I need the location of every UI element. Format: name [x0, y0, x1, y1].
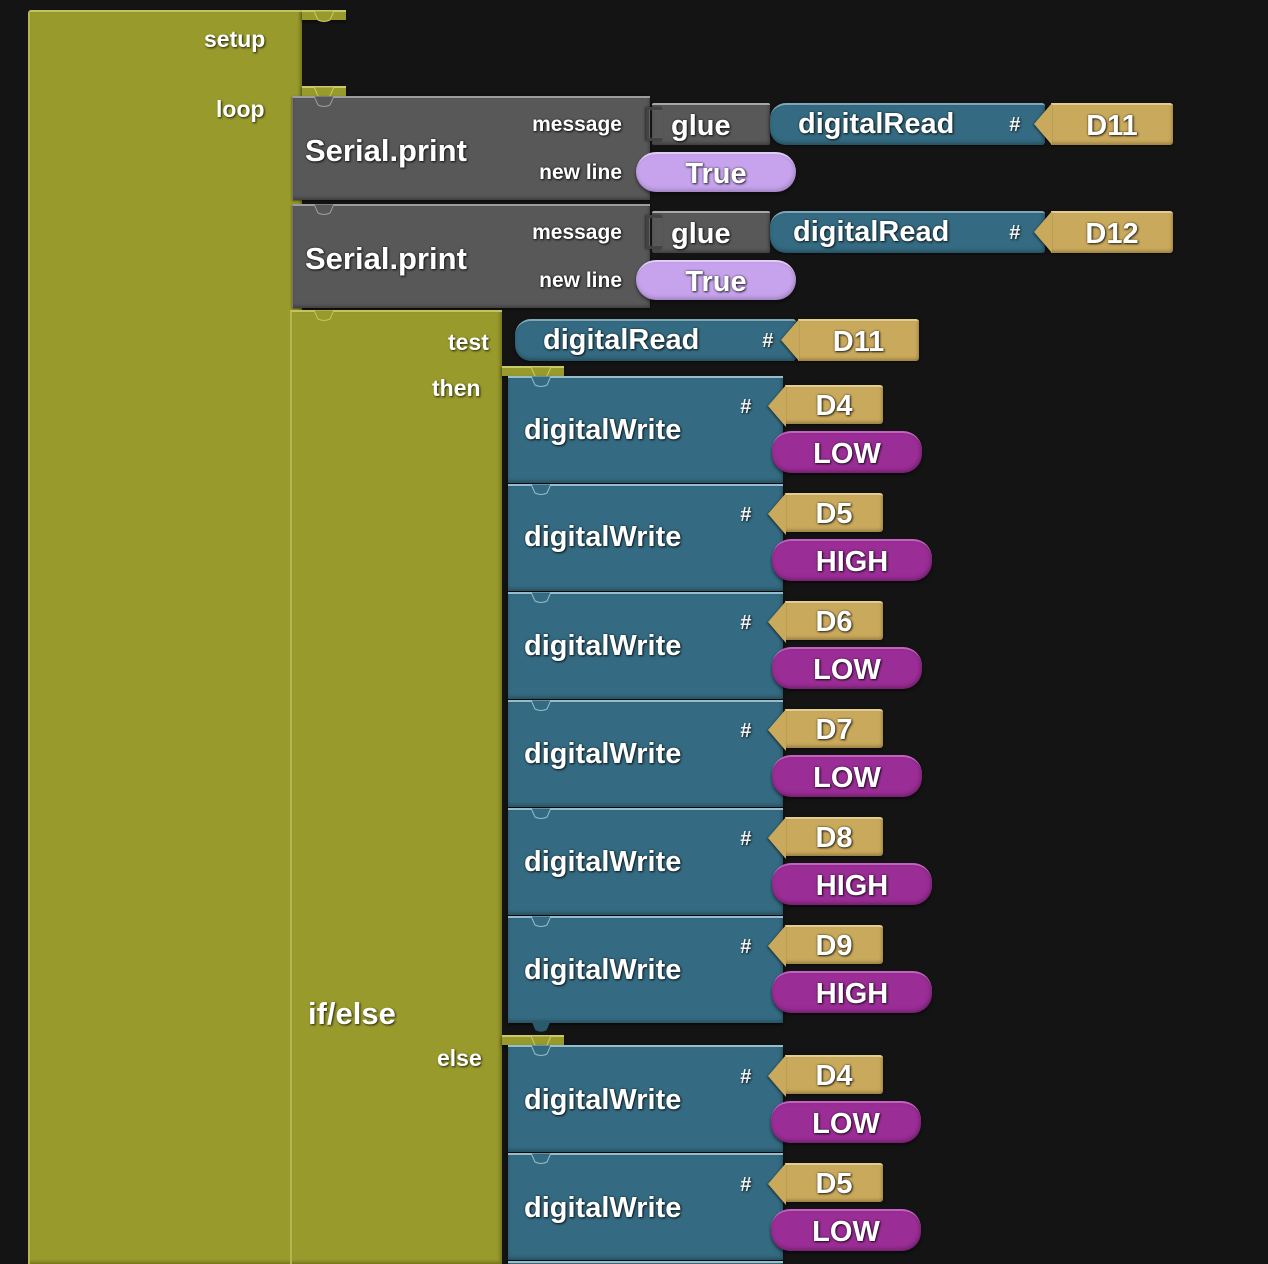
digital-write-e2-pin-label: #: [740, 1174, 752, 1196]
if-else-else-label: else: [437, 1045, 482, 1071]
pin-plug-t1[interactable]: D4: [785, 385, 883, 424]
pin-plug-t5-value: D8: [815, 822, 853, 854]
digital-write-t3-pin-label: #: [740, 612, 752, 634]
digital-read-2-pin-label: #: [1009, 222, 1021, 244]
else-arm: [502, 1035, 564, 1045]
level-plug-t5-value: HIGH: [815, 870, 889, 902]
digital-write-e1-pin-label: #: [740, 1066, 752, 1088]
pin-plug-e1-value: D4: [815, 1060, 853, 1092]
digital-write-t6-pin-label: #: [740, 936, 752, 958]
digital-write-t6-bottom-tab-icon: [531, 1022, 551, 1032]
pin-plug-1-value: D11: [1086, 110, 1138, 142]
boolean-true-1-value: True: [685, 158, 747, 190]
digital-write-t4-name: digitalWrite: [524, 738, 682, 770]
pin-plug-t5[interactable]: D8: [785, 817, 883, 856]
if-else-then-label: then: [432, 375, 481, 401]
digital-write-t3-name: digitalWrite: [524, 630, 682, 662]
digital-write-e2-name: digitalWrite: [524, 1192, 682, 1224]
loop-arm: [302, 86, 346, 96]
digital-write-t4-pin-label: #: [740, 720, 752, 742]
if-else-label: if/else: [308, 996, 396, 1031]
level-plug-t2-value: HIGH: [815, 546, 889, 578]
glue-1-socket-icon: [646, 107, 662, 141]
if-else-block[interactable]: [290, 310, 502, 1264]
digital-write-t1-name: digitalWrite: [524, 414, 682, 446]
pin-plug-1[interactable]: D11: [1051, 103, 1173, 145]
digital-write-t6-name: digitalWrite: [524, 954, 682, 986]
level-plug-t1-value: LOW: [813, 438, 881, 470]
pin-plug-3-value: D11: [832, 326, 885, 358]
digital-write-t5-pin-label: #: [740, 828, 752, 850]
pin-plug-e2[interactable]: D5: [785, 1163, 883, 1202]
pin-plug-e2-value: D5: [815, 1168, 853, 1200]
digital-read-3-name: digitalRead: [543, 324, 700, 356]
pin-plug-t3[interactable]: D6: [785, 601, 883, 640]
pin-plug-t2-value: D5: [815, 498, 853, 530]
digital-write-t5-name: digitalWrite: [524, 846, 682, 878]
level-plug-t4[interactable]: LOW: [772, 755, 922, 797]
boolean-true-2-value: True: [685, 266, 747, 298]
level-plug-t1[interactable]: LOW: [772, 431, 922, 473]
glue-2-name: glue: [671, 218, 731, 250]
pin-plug-t4-value: D7: [815, 714, 853, 746]
level-plug-e2-value: LOW: [812, 1216, 880, 1248]
pin-plug-e1[interactable]: D4: [785, 1055, 883, 1094]
pin-plug-t3-value: D6: [815, 606, 853, 638]
digital-read-1-pin-label: #: [1009, 114, 1021, 136]
level-plug-e1[interactable]: LOW: [771, 1101, 921, 1143]
level-plug-t3[interactable]: LOW: [772, 647, 922, 689]
pin-plug-t6[interactable]: D9: [785, 925, 883, 964]
sketch-scaffold-block[interactable]: [28, 10, 302, 1264]
serial-print-2-newline-label: new line: [539, 269, 622, 292]
pin-plug-t2[interactable]: D5: [785, 493, 883, 532]
digital-write-t2-name: digitalWrite: [524, 521, 682, 553]
glue-2-socket-icon: [646, 215, 662, 249]
level-plug-e1-value: LOW: [812, 1108, 880, 1140]
pin-plug-3[interactable]: D11: [798, 319, 919, 361]
digital-read-3-pin-label: #: [762, 330, 774, 352]
boolean-true-plug-2[interactable]: True: [636, 260, 796, 300]
pin-plug-t4[interactable]: D7: [785, 709, 883, 748]
then-arm: [502, 366, 564, 376]
if-else-test-label: test: [448, 329, 489, 355]
level-plug-e2[interactable]: LOW: [771, 1209, 921, 1251]
serial-print-2-message-label: message: [532, 221, 622, 244]
digital-write-t2-pin-label: #: [740, 504, 752, 526]
serial-print-1-message-label: message: [532, 113, 622, 136]
digital-read-2-name: digitalRead: [793, 216, 950, 248]
serial-print-1-newline-label: new line: [539, 161, 622, 184]
setup-label: setup: [204, 26, 266, 52]
digital-write-t1-pin-label: #: [740, 396, 752, 418]
pin-plug-2[interactable]: D12: [1051, 211, 1173, 253]
boolean-true-plug-1[interactable]: True: [636, 152, 796, 192]
digital-write-e1-name: digitalWrite: [524, 1084, 682, 1116]
pin-plug-t1-value: D4: [815, 390, 853, 422]
block-workspace[interactable]: setup loop Serial.print message new line…: [0, 0, 1268, 1264]
loop-label: loop: [216, 96, 265, 122]
level-plug-t3-value: LOW: [813, 654, 881, 686]
level-plug-t6[interactable]: HIGH: [772, 971, 932, 1013]
pin-plug-2-value: D12: [1085, 218, 1139, 250]
level-plug-t6-value: HIGH: [815, 978, 889, 1010]
level-plug-t2[interactable]: HIGH: [772, 539, 932, 581]
pin-plug-t6-value: D9: [815, 930, 853, 962]
glue-1-name: glue: [671, 110, 731, 142]
digital-read-1-name: digitalRead: [798, 108, 955, 140]
level-plug-t5[interactable]: HIGH: [772, 863, 932, 905]
level-plug-t4-value: LOW: [813, 762, 881, 794]
setup-arm: [302, 10, 346, 20]
